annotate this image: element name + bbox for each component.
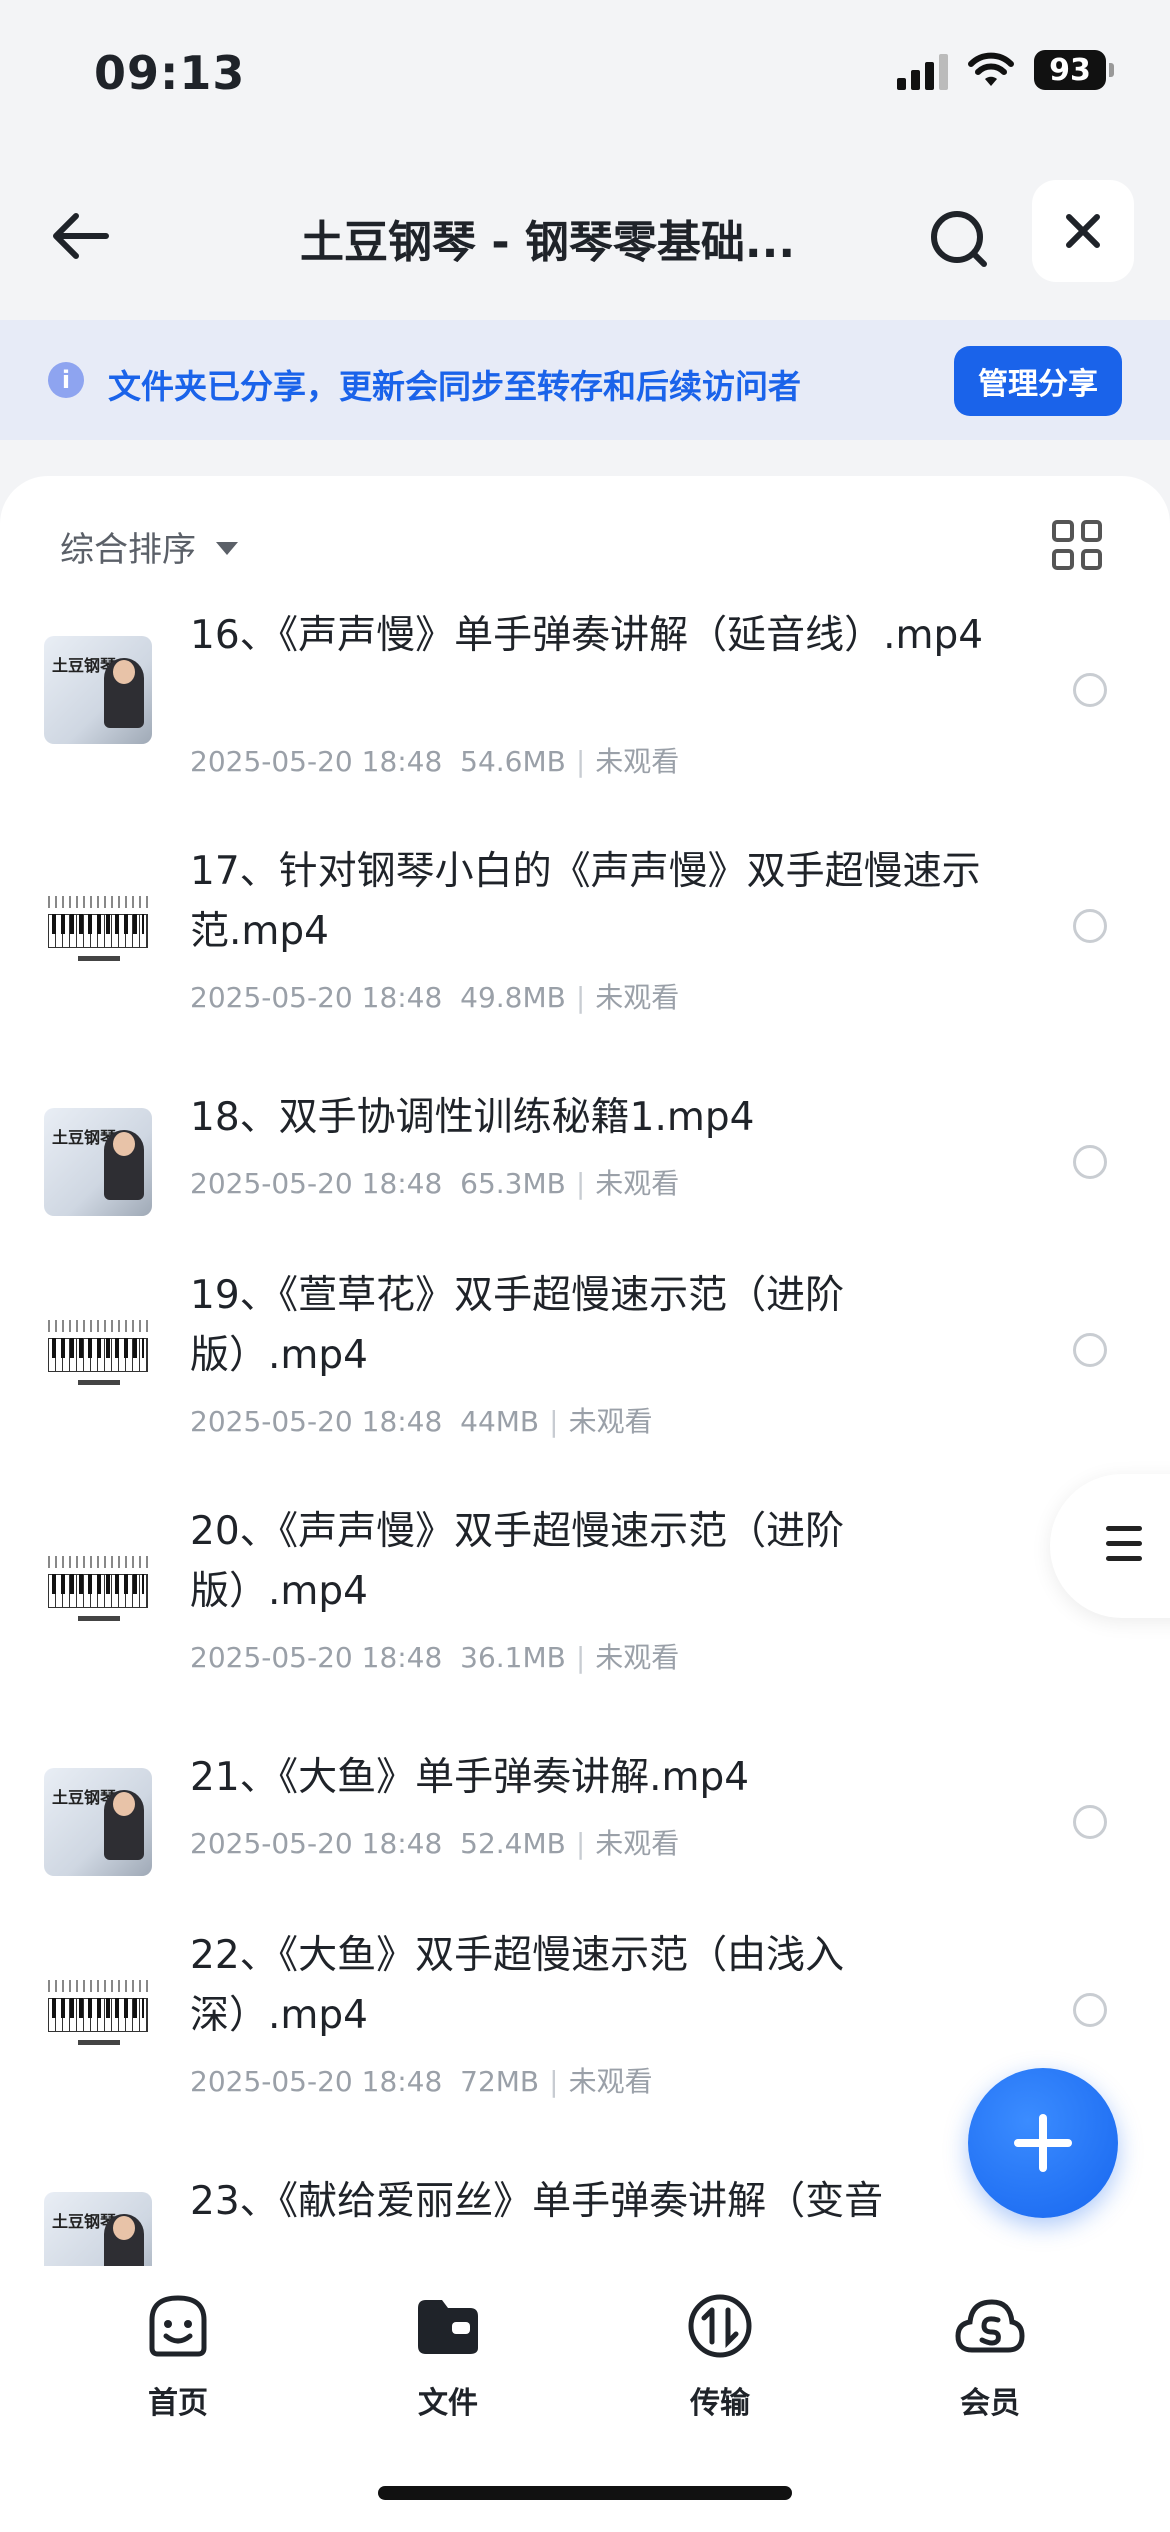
status-icons: 93 (897, 50, 1114, 90)
watch-status: 未观看 (568, 2065, 653, 2098)
file-date: 2025-05-20 18:48 (190, 1167, 443, 1200)
piano-thumbnail (44, 1296, 152, 1404)
grid-view-icon[interactable] (1052, 520, 1102, 570)
select-radio[interactable] (1073, 1333, 1107, 1367)
close-icon (1066, 214, 1100, 248)
wifi-icon (968, 52, 1014, 86)
file-name: 22、《大鱼》双手超慢速示范（由浅入深）.mp4 (190, 1933, 845, 2038)
select-radio[interactable] (1073, 1805, 1107, 1839)
file-size: 52.4MB (460, 1827, 566, 1860)
status-bar: 09:13 93 (0, 0, 1170, 150)
cellular-signal-icon (897, 50, 948, 90)
watch-status: 未观看 (568, 1405, 653, 1438)
select-radio[interactable] (1073, 909, 1107, 943)
file-size: 44MB (460, 1405, 540, 1438)
file-date: 2025-05-20 18:48 (190, 2065, 443, 2098)
file-meta: 2025-05-20 18:48 72MB | 未观看 (190, 2065, 653, 2098)
file-date: 2025-05-20 18:48 (190, 1641, 443, 1674)
transfer-icon (688, 2294, 752, 2358)
sort-label: 综合排序 (60, 530, 196, 570)
tab-label: 会员 (960, 2386, 1020, 2421)
tab-home[interactable]: 首页 (88, 2290, 268, 2422)
file-meta: 2025-05-20 18:48 36.1MB | 未观看 (190, 1641, 680, 1674)
manage-share-button[interactable]: 管理分享 (954, 346, 1122, 416)
info-icon: i (48, 362, 84, 398)
file-list: 土豆钢琴 16、《声声慢》单手弹奏讲解（延音线）.mp4 2025-05-20 … (0, 606, 1170, 2266)
piano-thumbnail (44, 872, 152, 980)
file-name: 23、《献给爱丽丝》单手弹奏讲解（变音 (190, 2179, 884, 2224)
file-item[interactable]: 土豆钢琴 21、《大鱼》单手弹奏讲解.mp4 2025-05-20 18:48 … (0, 1738, 1170, 1926)
select-radio[interactable] (1073, 673, 1107, 707)
search-button[interactable] (920, 200, 1000, 280)
watch-status: 未观看 (595, 981, 680, 1014)
file-list-card: 综合排序 土豆钢琴 16、《声声慢》单手弹奏讲解（延音线）.mp4 2025-0… (0, 476, 1170, 2266)
search-icon (931, 211, 987, 267)
battery-icon: 93 (1034, 50, 1114, 90)
close-button[interactable] (1032, 180, 1134, 282)
file-meta: 2025-05-20 18:48 54.6MB | 未观看 (190, 745, 680, 778)
add-button[interactable] (968, 2068, 1118, 2218)
file-size: 65.3MB (460, 1167, 566, 1200)
sort-dropdown[interactable]: 综合排序 (60, 522, 238, 571)
file-size: 36.1MB (460, 1641, 566, 1674)
share-banner: i 文件夹已分享，更新会同步至转存和后续访问者 管理分享 (0, 320, 1170, 440)
file-meta: 2025-05-20 18:48 44MB | 未观看 (190, 1405, 653, 1438)
file-meta: 2025-05-20 18:48 52.4MB | 未观看 (190, 1827, 680, 1860)
watch-status: 未观看 (595, 1167, 680, 1200)
file-name: 19、《萱草花》双手超慢速示范（进阶版）.mp4 (190, 1273, 845, 1378)
back-button[interactable] (44, 200, 116, 272)
page-title: 土豆钢琴 - 钢琴零基础... (300, 217, 796, 268)
video-thumbnail: 土豆钢琴 (44, 1108, 152, 1216)
file-name: 17、针对钢琴小白的《声声慢》双手超慢速示范.mp4 (190, 849, 981, 954)
arrow-left-icon (53, 213, 109, 259)
tab-vip[interactable]: 会员 (900, 2290, 1080, 2422)
battery-level: 93 (1034, 50, 1106, 90)
tab-files[interactable]: 文件 (358, 2290, 538, 2422)
caret-down-icon (216, 542, 238, 555)
video-thumbnail: 土豆钢琴 (44, 636, 152, 744)
file-date: 2025-05-20 18:48 (190, 981, 443, 1014)
file-date: 2025-05-20 18:48 (190, 745, 443, 778)
file-name: 18、双手协调性训练秘籍1.mp4 (190, 1095, 755, 1140)
file-item[interactable]: 土豆钢琴 16、《声声慢》单手弹奏讲解（延音线）.mp4 2025-05-20 … (0, 606, 1170, 842)
file-meta: 2025-05-20 18:48 49.8MB | 未观看 (190, 981, 680, 1014)
file-name: 16、《声声慢》单手弹奏讲解（延音线）.mp4 (190, 613, 984, 658)
video-thumbnail: 土豆钢琴 (44, 2192, 152, 2266)
tab-transfer[interactable]: 传输 (630, 2290, 810, 2422)
tab-label: 传输 (690, 2386, 750, 2421)
file-meta: 2025-05-20 18:48 65.3MB | 未观看 (190, 1167, 680, 1200)
file-item[interactable]: 20、《声声慢》双手超慢速示范（进阶版）.mp4 2025-05-20 18:4… (0, 1502, 1170, 1738)
file-item[interactable]: 19、《萱草花》双手超慢速示范（进阶版）.mp4 2025-05-20 18:4… (0, 1266, 1170, 1502)
piano-thumbnail (44, 1532, 152, 1640)
tab-label: 文件 (418, 2386, 478, 2421)
watch-status: 未观看 (595, 1641, 680, 1674)
cloud-vip-icon (955, 2299, 1025, 2353)
file-date: 2025-05-20 18:48 (190, 1827, 443, 1860)
home-indicator[interactable] (378, 2486, 792, 2500)
select-radio[interactable] (1073, 1145, 1107, 1179)
file-size: 54.6MB (460, 745, 566, 778)
share-notice-text: 文件夹已分享，更新会同步至转存和后续访问者 (108, 367, 801, 406)
watch-status: 未观看 (595, 1827, 680, 1860)
status-time: 09:13 (94, 46, 246, 100)
video-thumbnail: 土豆钢琴 (44, 1768, 152, 1876)
file-name: 20、《声声慢》双手超慢速示范（进阶版）.mp4 (190, 1509, 845, 1614)
piano-thumbnail (44, 1956, 152, 2064)
smile-face-icon (149, 2295, 207, 2357)
menu-icon (1106, 1526, 1142, 1571)
folder-icon (418, 2300, 478, 2354)
file-date: 2025-05-20 18:48 (190, 1405, 443, 1438)
watch-status: 未观看 (595, 745, 680, 778)
file-name: 21、《大鱼》单手弹奏讲解.mp4 (190, 1755, 750, 1800)
file-size: 49.8MB (460, 981, 566, 1014)
file-size: 72MB (460, 2065, 540, 2098)
nav-bar: 土豆钢琴 - 钢琴零基础... (0, 170, 1170, 300)
tab-label: 首页 (148, 2386, 208, 2421)
file-item[interactable]: 17、针对钢琴小白的《声声慢》双手超慢速示范.mp4 2025-05-20 18… (0, 842, 1170, 1078)
select-radio[interactable] (1073, 1993, 1107, 2027)
bottom-tab-bar: 首页 文件 传输 会员 (0, 2266, 1170, 2532)
file-item[interactable]: 土豆钢琴 18、双手协调性训练秘籍1.mp4 2025-05-20 18:48 … (0, 1078, 1170, 1266)
